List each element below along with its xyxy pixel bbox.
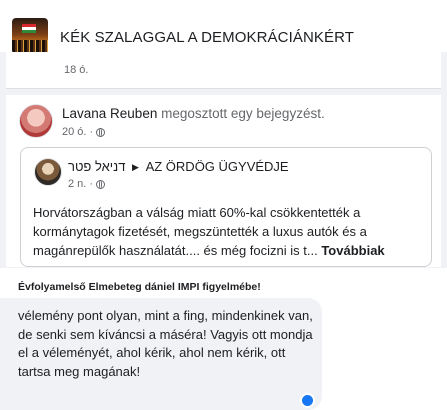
post-author-line: Lavana Reuben megosztott egy bejegyzést.: [62, 106, 325, 121]
post-meta: 20 ó. ·: [62, 126, 106, 138]
image-caption: Évfolyamelső Elmebeteg dániel IMPI figye…: [18, 281, 261, 293]
post-author-name[interactable]: Lavana Reuben: [62, 106, 157, 121]
shared-post-text: Horvátországban a válság miatt 60%-kal c…: [33, 203, 418, 260]
comment-bubble: vélemény pont olyan, mint a fing, minden…: [0, 298, 322, 410]
group-title[interactable]: KÉK SZALAGGAL A DEMOKRÁCIÁNKÉRT: [60, 29, 354, 46]
globe-icon: [96, 179, 106, 189]
post-card: Lavana Reuben megosztott egy bejegyzést.…: [6, 95, 441, 267]
see-more-link[interactable]: Továbbiak: [321, 243, 384, 258]
previous-post-time[interactable]: 18 ó.: [64, 64, 88, 76]
shared-post-meta: 2 n. ·: [68, 178, 106, 190]
shared-author-avatar[interactable]: [34, 158, 62, 186]
reaction-icon[interactable]: [300, 393, 315, 408]
previous-post-card: 18 ó.: [6, 52, 441, 89]
shared-author-line: דניאל פטר ▶ AZ ÖRDÖG ÜGYVÉDJE: [68, 159, 289, 174]
comment-text: vélemény pont olyan, mint a fing, minden…: [18, 308, 313, 379]
flag-icon: [22, 24, 36, 33]
group-avatar[interactable]: [12, 18, 48, 54]
shared-post-body: Horvátországban a válság miatt 60%-kal c…: [33, 205, 367, 258]
shared-target-group[interactable]: AZ ÖRDÖG ÜGYVÉDJE: [146, 159, 289, 174]
author-avatar[interactable]: [19, 104, 53, 138]
arrow-right-icon: ▶: [132, 162, 139, 172]
post-time[interactable]: 20 ó. ·: [62, 126, 93, 138]
shared-post-time[interactable]: 2 n. ·: [68, 178, 93, 190]
shared-post-card[interactable]: דניאל פטר ▶ AZ ÖRDÖG ÜGYVÉDJE 2 n. · Hor…: [20, 147, 432, 267]
globe-icon: [96, 127, 106, 137]
shared-author-name[interactable]: דניאל פטר: [68, 159, 125, 174]
post-action-text: megosztott egy bejegyzést.: [161, 106, 325, 121]
